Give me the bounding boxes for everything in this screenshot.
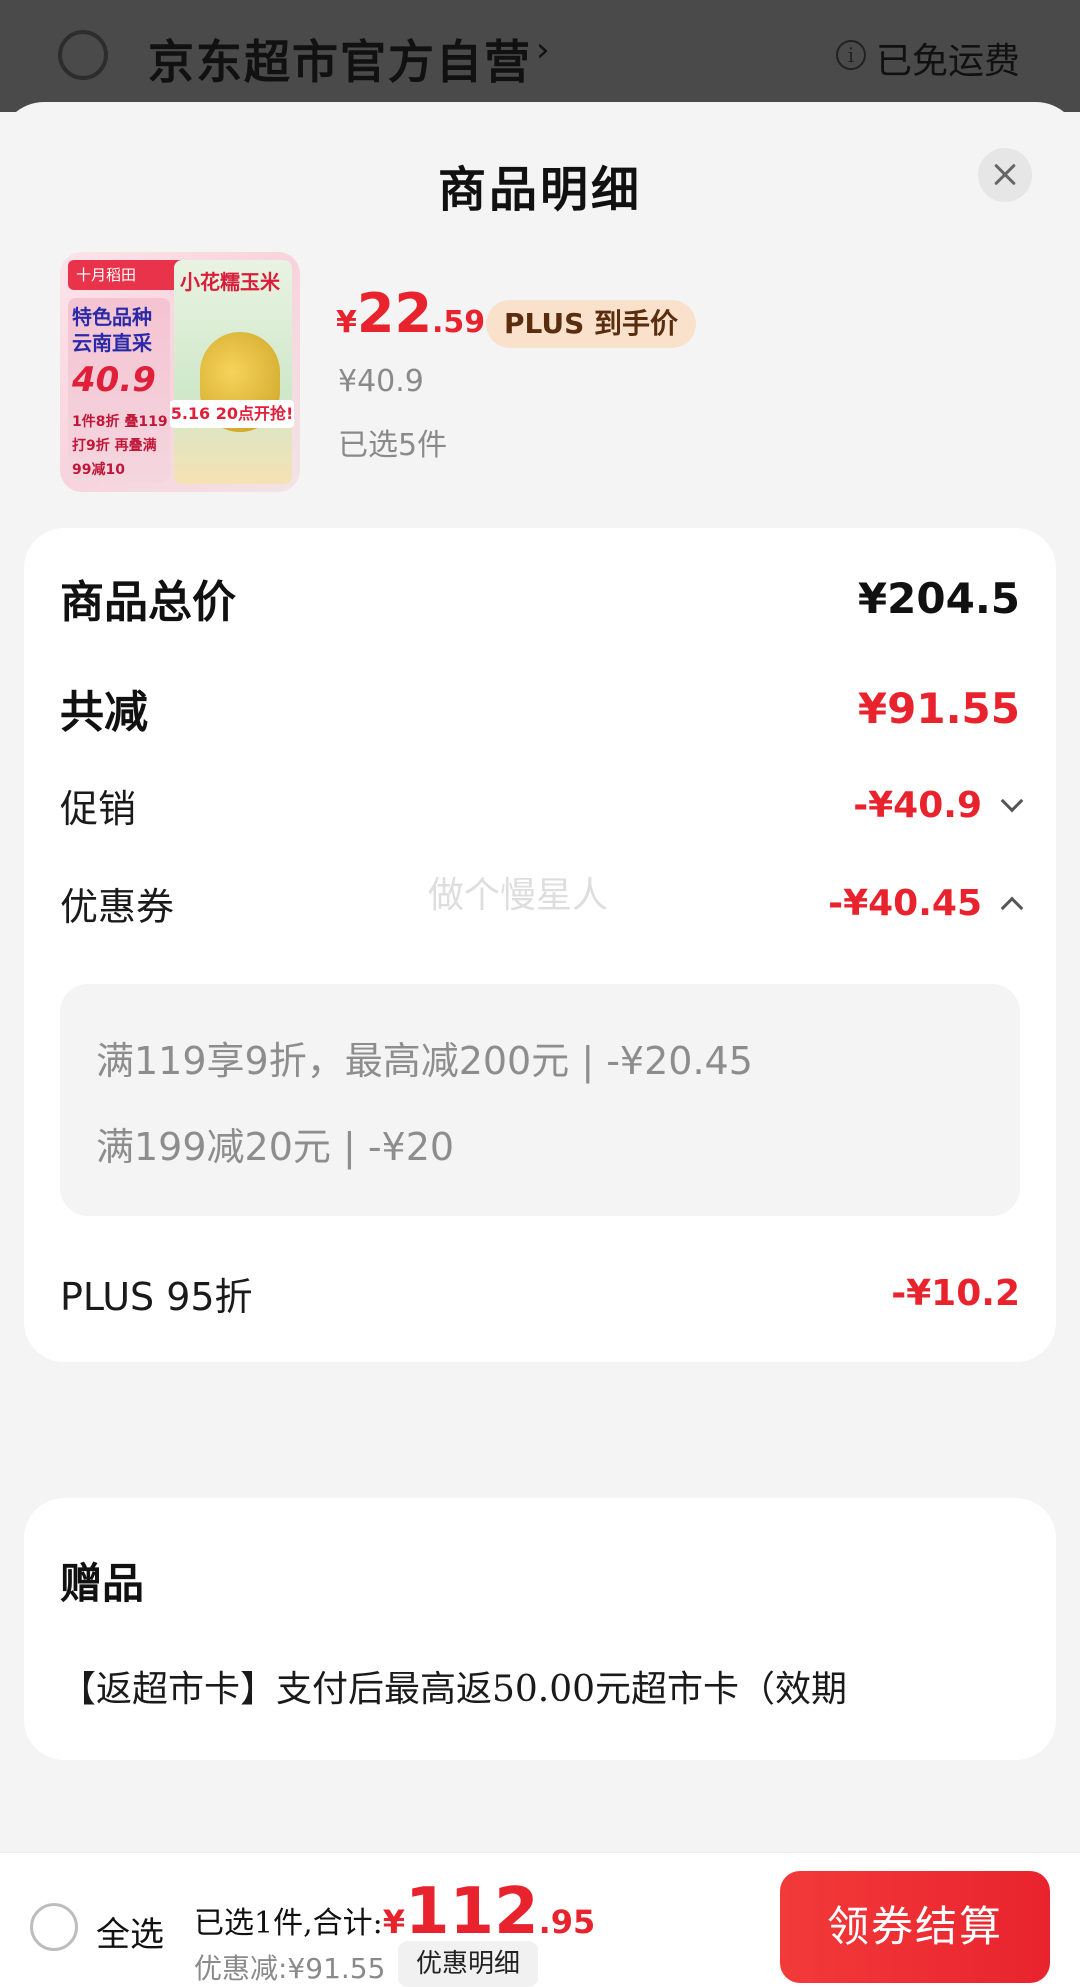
promotion-value: -¥40.9 <box>853 785 982 826</box>
plus-discount-label: PLUS 95折 <box>60 1275 253 1319</box>
original-price: ¥40.9 <box>338 364 424 399</box>
chevron-down-icon[interactable] <box>1000 789 1024 812</box>
plus-price: ¥22.59 <box>336 282 485 345</box>
gift-title: 赠品 <box>60 1559 145 1608</box>
discount-detail-button[interactable]: 优惠明细 <box>398 1941 539 1987</box>
price-currency: ¥ <box>336 305 357 340</box>
promotion-row[interactable]: 促销 -¥40.9 <box>60 778 1024 833</box>
plus-discount-row: PLUS 95折 -¥10.2 <box>60 1266 1020 1321</box>
sheet-title: 商品明细 <box>437 162 642 218</box>
promotion-label: 促销 <box>60 787 137 831</box>
price-integer: 22 <box>356 282 433 345</box>
product-detail-sheet: 商品明细 十月稻田 特色品种 云南直采 40.9 1件8折 叠119打9折 再叠… <box>0 102 1080 1987</box>
gift-card: 赠品 【返超市卡】支付后最高返50.00元超市卡（效期 <box>24 1498 1056 1760</box>
thumb-sale-banner: 5.16 20点开抢! <box>170 400 294 428</box>
total-label: 商品总价 <box>60 577 236 628</box>
coupon-label: 优惠券 <box>60 885 175 929</box>
total-currency: ¥ <box>382 1903 405 1941</box>
discount-label: 共减 <box>60 687 148 738</box>
chevron-right-icon: › <box>536 30 550 70</box>
coupon-detail-line: 满199减20元 | -¥20 <box>96 1125 455 1169</box>
coupon-value: -¥40.45 <box>828 883 982 924</box>
product-image[interactable]: 十月稻田 特色品种 云南直采 40.9 1件8折 叠119打9折 再叠满99减1… <box>60 252 300 492</box>
select-all-label[interactable]: 全选 <box>96 1907 164 1956</box>
total-discount: 优惠减:¥91.55 <box>194 1952 386 1985</box>
total-decimal: .95 <box>538 1903 596 1941</box>
total-summary-label: 已选1件,合计: <box>194 1906 383 1941</box>
select-all-radio[interactable] <box>30 1903 78 1951</box>
thumb-promo: 1件8折 叠119打9折 再叠满99减10 <box>72 414 168 478</box>
thumb-price: 40.9 <box>72 360 156 400</box>
selected-quantity: 已选5件 <box>338 428 448 463</box>
total-integer: 112 <box>405 1875 539 1949</box>
total-row: 商品总价 ¥204.5 <box>60 566 1020 630</box>
plus-discount-value: -¥10.2 <box>891 1273 1020 1314</box>
thumb-product-name: 小花糯玉米 <box>180 270 280 294</box>
shipping-status: 已免运费 <box>876 41 1021 82</box>
thumb-feature: 特色品种 云南直采 <box>72 305 152 355</box>
price-decimal: .59 <box>432 305 486 340</box>
checkout-button[interactable]: 领券结算 <box>780 1871 1050 1983</box>
total-value: ¥204.5 <box>857 573 1020 623</box>
coupon-detail-line: 满119享9折，最高减200元 | -¥20.45 <box>96 1039 753 1083</box>
order-total: 已选1件,合计:¥112.95 <box>194 1875 595 1949</box>
info-icon[interactable]: i <box>836 40 866 70</box>
discount-value: ¥91.55 <box>857 683 1020 733</box>
checkout-bar: 全选 已选1件,合计:¥112.95 优惠减:¥91.55 优惠明细 领券结算 <box>0 1852 1080 1987</box>
close-button[interactable] <box>978 148 1032 202</box>
price-summary-card: 商品总价 ¥204.5 共减 ¥91.55 促销 -¥40.9 优惠券 -¥40… <box>24 528 1056 1362</box>
plus-price-tag: PLUS 到手价 <box>486 300 697 348</box>
store-select-radio[interactable] <box>58 30 108 80</box>
gift-description: 【返超市卡】支付后最高返50.00元超市卡（效期 <box>60 1669 848 1710</box>
store-name[interactable]: 京东超市官方自营 <box>148 26 532 92</box>
coupon-detail-box: 满119享9折，最高减200元 | -¥20.45 满199减20元 | -¥2… <box>60 984 1020 1216</box>
chevron-up-icon[interactable] <box>1000 896 1024 919</box>
watermark: 做个慢星人 <box>428 875 609 916</box>
discount-row: 共减 ¥91.55 <box>60 676 1020 740</box>
store-header: 京东超市官方自营 › i 已免运费 <box>0 0 1080 112</box>
